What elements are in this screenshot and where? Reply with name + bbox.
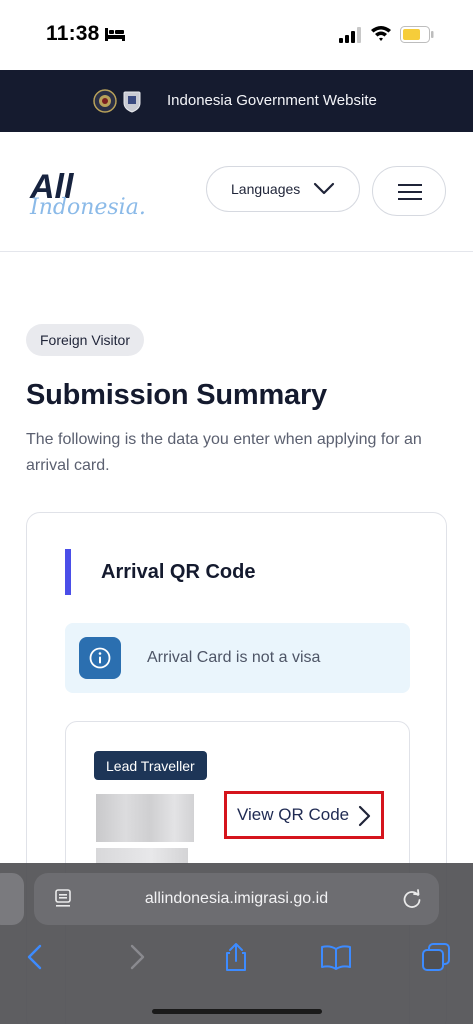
languages-label: Languages <box>231 181 301 197</box>
svg-text:Indonesia.: Indonesia. <box>29 195 146 220</box>
government-emblems <box>93 89 144 113</box>
government-banner: Indonesia Government Website <box>0 70 473 132</box>
card-title: Arrival QR Code <box>101 561 256 583</box>
tabs-icon[interactable] <box>420 941 452 973</box>
browser-bottom-bar: allindonesia.imigrasi.go.id <box>0 863 473 1024</box>
section-accent-bar <box>65 549 71 595</box>
info-icon <box>79 637 121 679</box>
page-title: Submission Summary <box>26 379 327 411</box>
forward-icon[interactable] <box>120 941 152 973</box>
visa-notice-text: Arrival Card is not a visa <box>147 649 321 666</box>
redacted-traveller-name <box>96 794 194 842</box>
signal-icon <box>339 27 361 43</box>
reload-icon[interactable] <box>401 888 423 910</box>
status-bar: 11:38 <box>0 0 473 70</box>
home-indicator <box>152 1009 322 1014</box>
view-qr-code-button[interactable]: View QR Code <box>224 791 384 839</box>
visa-notice: Arrival Card is not a visa <box>65 623 410 693</box>
previous-tab-preview[interactable] <box>0 873 24 925</box>
address-bar[interactable]: allindonesia.imigrasi.go.id <box>34 873 439 925</box>
languages-button[interactable]: Languages <box>206 166 360 212</box>
menu-button[interactable] <box>372 166 446 216</box>
redacted-traveller-detail <box>96 848 188 864</box>
bed-icon <box>105 28 125 41</box>
page-description: The following is the data you enter when… <box>26 431 422 474</box>
visitor-type-chip: Foreign Visitor <box>26 324 145 356</box>
back-icon[interactable] <box>20 941 52 973</box>
browser-toolbar <box>0 933 473 983</box>
url-text: allindonesia.imigrasi.go.id <box>144 890 329 907</box>
immigration-emblem-icon <box>123 91 141 113</box>
status-time: 11:38 <box>46 22 100 45</box>
share-icon[interactable] <box>220 941 252 973</box>
site-header: All Indonesia. Languages <box>0 132 473 252</box>
wifi-icon <box>371 26 391 41</box>
view-qr-code-label: View QR Code <box>237 805 350 824</box>
garuda-emblem-icon <box>93 89 117 113</box>
bookmarks-icon[interactable] <box>320 941 352 973</box>
battery-icon <box>400 26 434 43</box>
lead-traveller-badge: Lead Traveller <box>94 751 207 780</box>
hamburger-icon <box>398 184 422 200</box>
government-banner-text: Indonesia Government Website <box>167 92 377 109</box>
all-indonesia-logo[interactable]: All Indonesia. <box>28 162 156 222</box>
chevron-right-icon <box>358 805 371 827</box>
chevron-down-icon <box>313 182 335 195</box>
